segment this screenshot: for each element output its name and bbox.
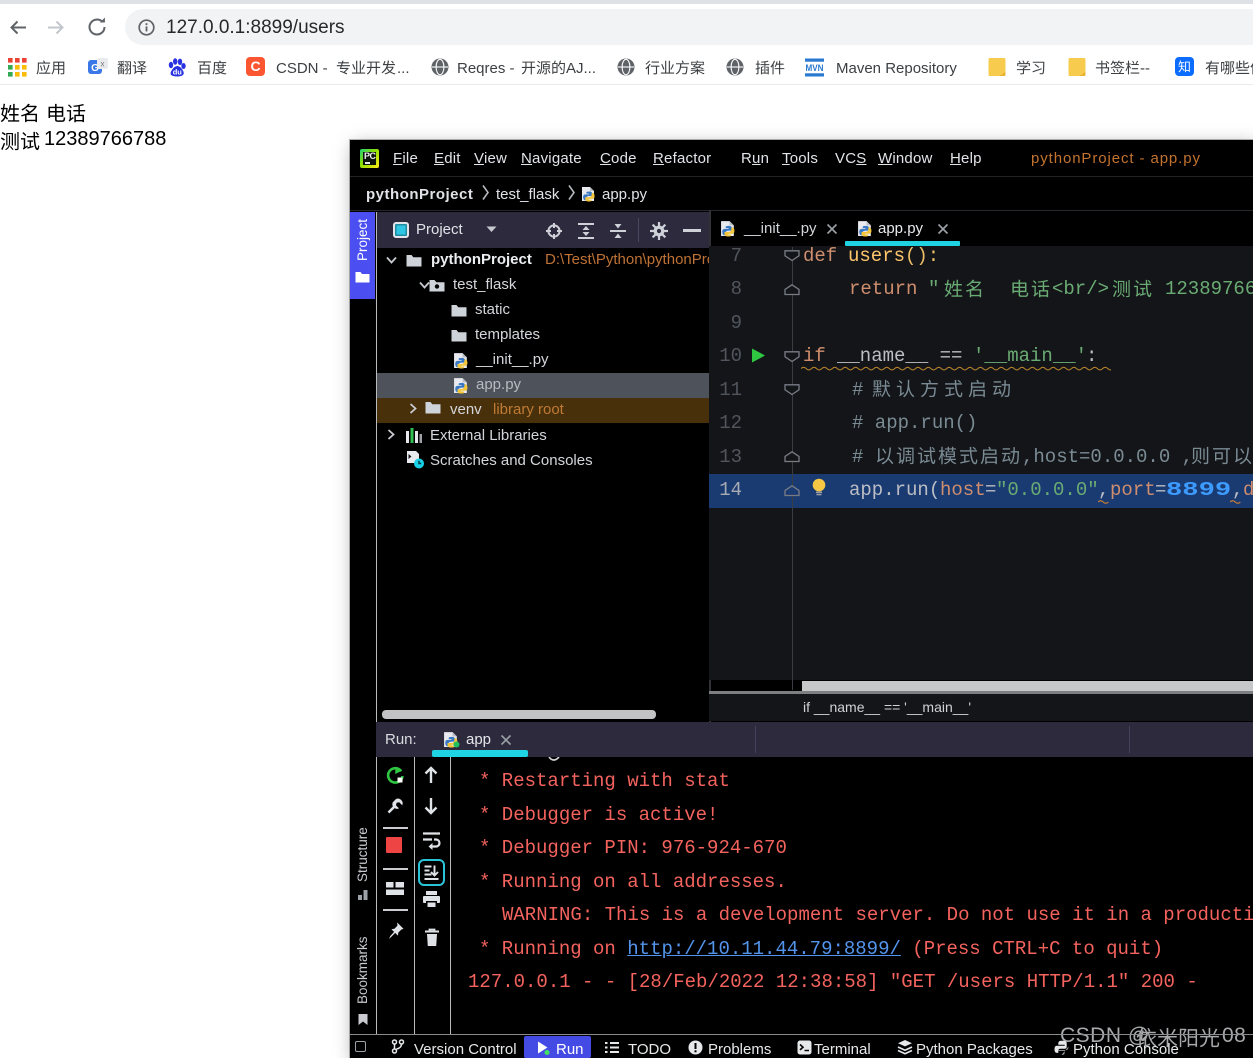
svg-text:x: x (101, 60, 105, 69)
svg-text:du: du (173, 68, 183, 77)
svg-text:MVN: MVN (806, 63, 824, 74)
